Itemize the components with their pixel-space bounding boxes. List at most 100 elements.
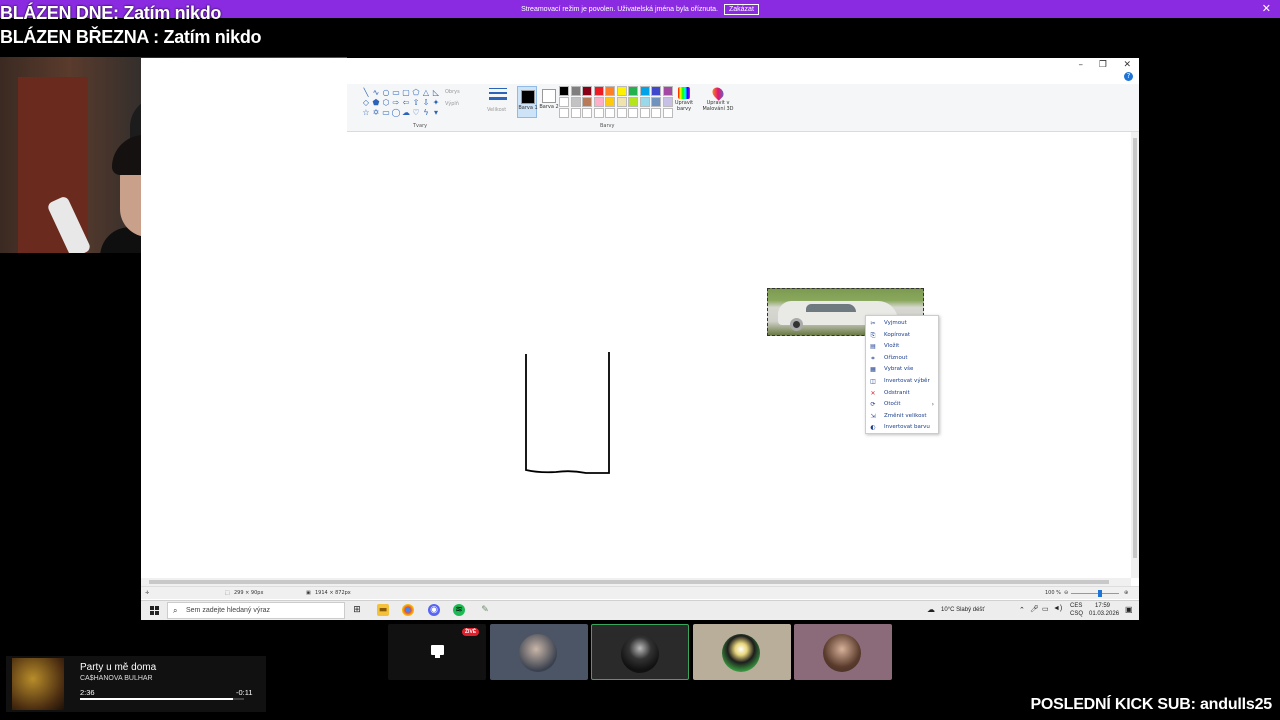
palette-color-swatch[interactable] [559,86,569,96]
context-menu-item[interactable]: ⎘ Kopírovat [866,330,938,342]
context-menu-item[interactable]: ⟳ Otočit › [866,399,938,411]
palette-color-swatch[interactable] [570,97,581,107]
context-menu-item[interactable]: ▦ Vybrat vše [866,364,938,376]
rounded-rectangle-shape-icon[interactable]: ▢ [401,88,411,98]
restore-icon[interactable]: ❐ [1099,60,1107,70]
disable-button[interactable]: Zakázat [723,3,759,15]
language-code[interactable]: CES [1070,603,1082,609]
network-icon[interactable]: ▭ [1042,605,1049,613]
palette-color-swatch[interactable] [593,108,604,118]
palette-color-swatch[interactable] [616,108,627,118]
chevron-up-icon[interactable]: ⌃ [1019,606,1025,614]
context-menu-item[interactable]: ✂ Vyjmout [866,318,938,330]
palette-color-swatch[interactable] [570,86,581,96]
task-view-icon[interactable]: ⊞ [351,604,363,616]
palette-color-swatch[interactable] [662,97,673,107]
star6-shape-icon[interactable]: ✡ [371,108,381,118]
palette-color-swatch[interactable] [662,86,673,96]
palette-color-swatch[interactable] [582,86,592,96]
fill-button[interactable]: Výplň [445,101,459,107]
polygon-shape-icon[interactable]: ⬠ [411,88,421,98]
palette-color-swatch[interactable] [582,97,592,107]
left-arrow-shape-icon[interactable]: ⇦ [401,98,411,108]
call-tile-participant-5[interactable] [794,624,892,680]
context-menu-item[interactable]: ✕ Odstranit [866,388,938,400]
palette-color-swatch[interactable] [616,86,627,96]
clock-date[interactable]: 01.03.2026 [1089,611,1119,617]
vertical-scrollbar[interactable] [1131,132,1139,578]
rectangle-shape-icon[interactable]: ▭ [391,88,401,98]
palette-color-swatch[interactable] [593,97,604,107]
palette-color-swatch[interactable] [559,108,569,118]
curve-shape-icon[interactable]: ∿ [371,88,381,98]
hexagon-shape-icon[interactable]: ⬡ [381,98,391,108]
palette-color-swatch[interactable] [616,97,627,107]
discord-icon[interactable]: ◉ [428,604,440,616]
palette-color-swatch[interactable] [662,108,673,118]
diamond-shape-icon[interactable]: ◇ [361,98,371,108]
palette-color-swatch[interactable] [651,108,661,118]
right-arrow-shape-icon[interactable]: ⇨ [391,98,401,108]
zoom-out-icon[interactable]: ⊖ [1064,590,1068,596]
palette-color-swatch[interactable] [593,86,604,96]
callout-oval-shape-icon[interactable]: ◯ [391,108,401,118]
paint-app-icon[interactable]: ✎ [479,604,491,616]
palette-color-swatch[interactable] [605,108,615,118]
palette-color-swatch[interactable] [639,108,650,118]
color2-selector[interactable]: Barva 2 [539,86,559,118]
paint3d-button[interactable]: Upravit v Malování 3D [701,85,735,112]
call-tile-participant-2[interactable] [490,624,588,680]
close-icon[interactable]: ✕ [1262,2,1271,15]
palette-color-swatch[interactable] [639,97,650,107]
volume-icon[interactable]: ◄) [1053,605,1062,612]
palette-color-swatch[interactable] [559,97,569,107]
edit-colors-button[interactable]: Upravit barvy [673,86,695,112]
windows-start-icon[interactable] [150,606,159,615]
palette-color-swatch[interactable] [651,86,661,96]
lightning-shape-icon[interactable]: ϟ [421,108,431,118]
palette-color-swatch[interactable] [628,86,638,96]
size-icon[interactable] [489,88,507,104]
palette-color-swatch[interactable] [651,97,661,107]
keyboard-layout[interactable]: CSQ [1070,611,1083,617]
callout-cloud-shape-icon[interactable]: ☁ [401,108,411,118]
horizontal-scrollbar[interactable] [141,578,1131,586]
taskbar-search-input[interactable]: ⌕ Sem zadejte hledaný výraz [167,602,345,619]
right-triangle-shape-icon[interactable]: ◺ [431,88,441,98]
palette-color-swatch[interactable] [628,108,638,118]
up-arrow-shape-icon[interactable]: ⇧ [411,98,421,108]
close-window-icon[interactable]: ✕ [1123,60,1131,70]
context-menu-item[interactable]: ⇲ Změnit velikost [866,411,938,423]
star4-shape-icon[interactable]: ✦ [431,98,441,108]
spotify-icon[interactable]: ≋ [453,604,465,616]
color1-selector[interactable]: Barva 1 [517,86,538,118]
palette-color-swatch[interactable] [570,108,581,118]
palette-color-swatch[interactable] [628,97,638,107]
palette-color-swatch[interactable] [582,108,592,118]
zoom-slider-thumb[interactable] [1098,590,1102,597]
minimize-icon[interactable]: – [1079,60,1084,70]
palette-color-swatch[interactable] [605,86,615,96]
zoom-in-icon[interactable]: ⊕ [1124,590,1128,596]
file-explorer-icon[interactable]: ▬ [377,604,389,616]
down-arrow-shape-icon[interactable]: ⇩ [421,98,431,108]
help-icon[interactable]: ? [1124,72,1133,81]
chrome-icon[interactable] [402,604,414,616]
palette-color-swatch[interactable] [639,86,650,96]
line-shape-icon[interactable]: ╲ [361,88,371,98]
oval-shape-icon[interactable]: ○ [381,88,391,98]
call-tile-participant-3-speaking[interactable] [591,624,689,680]
callout-rect-shape-icon[interactable]: ▭ [381,108,391,118]
shapes-more-icon[interactable]: ▾ [431,108,441,118]
paint-canvas[interactable] [141,132,1131,578]
zoom-slider[interactable] [1071,593,1119,594]
heart-shape-icon[interactable]: ♡ [411,108,421,118]
microphone-icon[interactable]: 🎤︎ [1030,605,1039,613]
context-menu-item[interactable]: ▤ Vložit [866,341,938,353]
pentagon-shape-icon[interactable]: ⬟ [371,98,381,108]
notification-icon[interactable]: ▣ [1125,605,1133,614]
call-tile-participant-4[interactable] [693,624,791,680]
context-menu-item[interactable]: ⌗ Oříznout [866,353,938,365]
outline-button[interactable]: Obrys [445,89,460,95]
clock-time[interactable]: 17:59 [1095,603,1110,609]
